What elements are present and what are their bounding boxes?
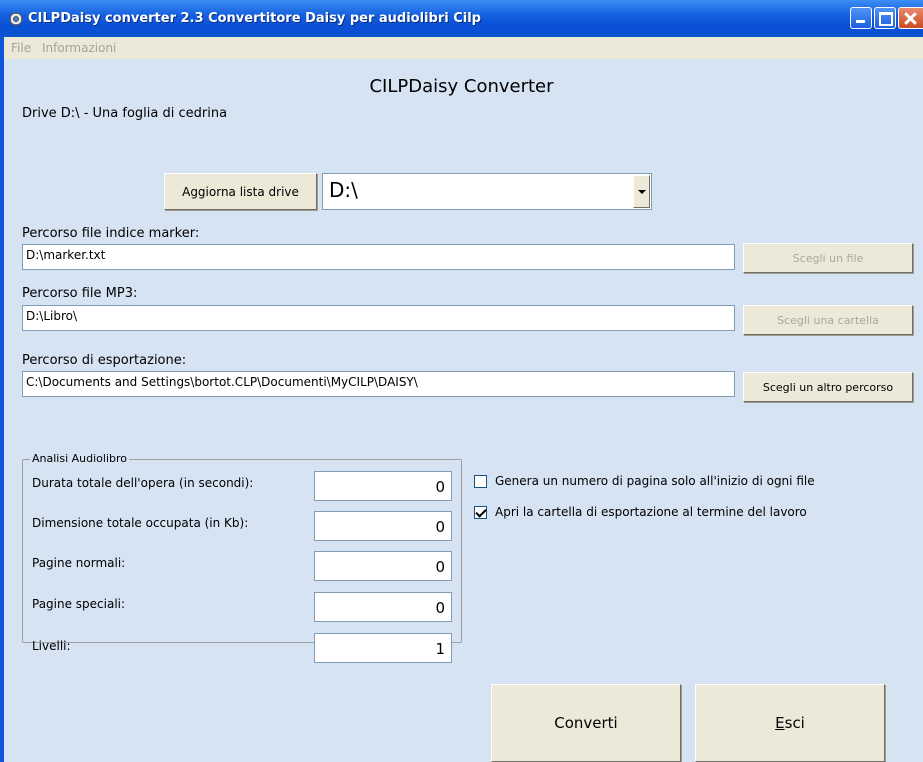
choose-export-path-button[interactable]: Scegli un altro percorso (743, 372, 913, 402)
app-title: CILPDaisy Converter (369, 76, 554, 97)
drive-label: Drive D:\ - Una foglia di cedrina (22, 106, 228, 121)
open-folder-option-label[interactable]: Apri la cartella di esportazione al term… (495, 505, 807, 519)
menu-file[interactable]: File (11, 41, 31, 55)
drive-select[interactable]: D:\ (322, 173, 652, 210)
page-number-option-label[interactable]: Genera un numero di pagina solo all'iniz… (495, 474, 815, 488)
chevron-down-icon[interactable] (633, 175, 650, 208)
marker-path-input[interactable]: D:\marker.txt (22, 244, 735, 270)
normal-pages-value: 0 (314, 551, 452, 581)
choose-file-button[interactable]: Scegli un file (743, 243, 913, 273)
title-bar[interactable]: CILPDaisy converter 2.3 Convertitore Dai… (0, 0, 923, 37)
size-label: Dimensione totale occupata (in Kb): (32, 516, 249, 530)
main-window: CILPDaisy converter 2.3 Convertitore Dai… (0, 0, 923, 762)
duration-label: Durata totale dell'opera (in secondi): (32, 476, 254, 490)
exit-button[interactable]: Esci (695, 684, 885, 762)
choose-folder-button[interactable]: Scegli una cartella (743, 305, 913, 335)
export-path-label: Percorso di esportazione: (22, 353, 187, 368)
close-button[interactable] (898, 7, 923, 29)
special-pages-label: Pagine speciali: (32, 597, 126, 611)
app-gear-icon (9, 12, 23, 26)
page-number-checkbox[interactable] (474, 475, 487, 488)
marker-path-label: Percorso file indice marker: (22, 226, 200, 241)
duration-value: 0 (314, 471, 452, 501)
drive-select-value: D:\ (329, 178, 358, 202)
maximize-button[interactable] (874, 7, 896, 29)
special-pages-value: 0 (314, 592, 452, 622)
refresh-drives-button[interactable]: Aggiorna lista drive (164, 173, 317, 210)
levels-label: Livelli: (32, 639, 71, 653)
convert-button[interactable]: Converti (491, 684, 681, 762)
mp3-path-label: Percorso file MP3: (22, 286, 138, 301)
open-folder-checkbox[interactable] (474, 506, 487, 519)
exit-label-rest: sci (784, 714, 805, 732)
minimize-button[interactable] (850, 7, 872, 29)
mp3-path-input[interactable]: D:\Libro\ (22, 305, 735, 331)
exit-label-accelerator: E (775, 714, 785, 732)
size-value: 0 (314, 511, 452, 541)
analysis-group-title: Analisi Audiolibro (30, 452, 130, 465)
window-title: CILPDaisy converter 2.3 Convertitore Dai… (28, 11, 481, 26)
levels-value: 1 (314, 633, 452, 663)
menu-bar: File Informazioni (4, 37, 923, 59)
export-path-input[interactable]: C:\Documents and Settings\bortot.CLP\Doc… (22, 371, 735, 397)
normal-pages-label: Pagine normali: (32, 556, 126, 570)
menu-informazioni[interactable]: Informazioni (42, 41, 116, 55)
window-border (0, 37, 4, 762)
